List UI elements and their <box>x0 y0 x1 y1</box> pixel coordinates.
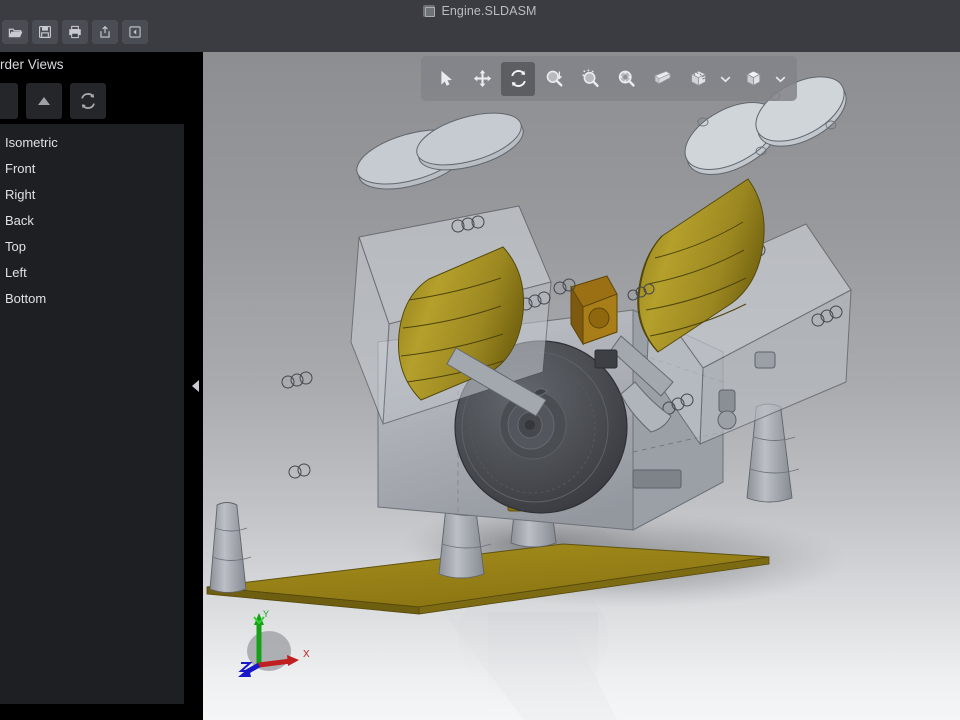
panel-title: rder Views <box>0 57 64 72</box>
triangle-up-icon <box>38 97 50 105</box>
view-orient-chevron-down-icon[interactable] <box>772 62 789 96</box>
display-style-tool[interactable] <box>681 62 715 96</box>
triangle-left-icon <box>191 380 199 392</box>
standard-views-dropdown: Isometric Front Right Back Top Left Bott… <box>0 124 184 704</box>
share-button[interactable] <box>92 20 118 44</box>
view-orient-tool[interactable] <box>736 62 770 96</box>
print-button[interactable] <box>62 20 88 44</box>
dropdown-item-top[interactable]: Top <box>0 234 184 260</box>
rotate-tool[interactable] <box>501 61 535 96</box>
side-panel: rder Views Isometric Front Right Back To… <box>0 52 187 720</box>
svg-text:X: X <box>303 649 310 660</box>
zoom-in-out-tool[interactable] <box>609 62 643 96</box>
pan-tool[interactable] <box>465 62 499 96</box>
panel-toolbar <box>0 83 106 119</box>
dropdown-item-right[interactable]: Right <box>0 182 184 208</box>
window-toolbar <box>2 20 148 44</box>
3d-model-viewport[interactable]: Y X <box>203 52 960 720</box>
open-button[interactable] <box>2 20 28 44</box>
title-bar: Engine.SLDASM <box>0 0 960 52</box>
cylinder-head-left <box>356 112 524 190</box>
section-view-tool[interactable] <box>645 62 679 96</box>
refresh-button[interactable] <box>70 83 106 119</box>
window-title: Engine.SLDASM <box>0 0 960 22</box>
dropdown-item-left[interactable]: Left <box>0 260 184 286</box>
svg-text:Y: Y <box>263 609 269 619</box>
zoom-to-area-tool[interactable] <box>573 62 607 96</box>
view-toolbar <box>421 56 797 101</box>
assembly-document-icon <box>423 5 436 17</box>
dropdown-item-isometric[interactable]: Isometric <box>0 130 184 156</box>
display-style-chevron-down-icon[interactable] <box>717 62 734 96</box>
toggle-panel-button[interactable] <box>122 20 148 44</box>
axis-triad: Y X <box>238 609 310 677</box>
application-window: Engine.SLDASM Y X rder Views Isometric F… <box>0 0 960 720</box>
dropdown-item-front[interactable]: Front <box>0 156 184 182</box>
dropdown-item-bottom[interactable]: Bottom <box>0 286 184 312</box>
zoom-to-fit-tool[interactable] <box>537 62 571 96</box>
refresh-cycle-icon <box>81 93 95 109</box>
panel-collapse-handle[interactable] <box>187 52 203 720</box>
collapse-up-button[interactable] <box>26 83 62 119</box>
panel-edge-button[interactable] <box>0 83 18 119</box>
dropdown-item-back[interactable]: Back <box>0 208 184 234</box>
select-tool[interactable] <box>429 62 463 96</box>
save-button[interactable] <box>32 20 58 44</box>
window-title-text: Engine.SLDASM <box>441 4 537 18</box>
